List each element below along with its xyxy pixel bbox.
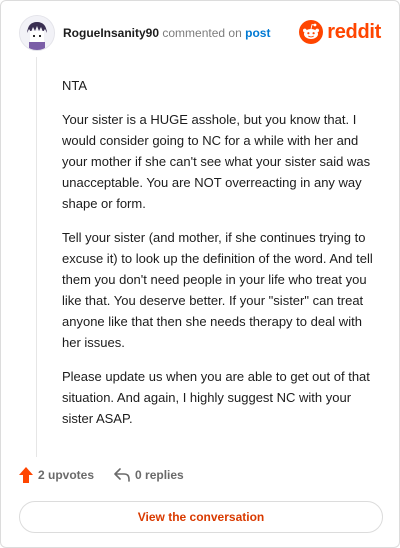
reply-button[interactable]: 0 replies	[114, 468, 184, 482]
reddit-logo[interactable]: reddit	[299, 19, 381, 45]
username-link[interactable]: RogueInsanity90	[63, 26, 159, 40]
post-link[interactable]: post	[245, 26, 270, 40]
reply-arrow-icon	[114, 468, 130, 482]
view-conversation-button[interactable]: View the conversation	[19, 501, 383, 533]
reddit-wordmark: reddit	[327, 20, 381, 43]
comment-header: RogueInsanity90 commented on post reddit	[19, 15, 381, 51]
comment-paragraph: Please update us when you are able to ge…	[62, 369, 370, 426]
comment-body: NTA Your sister is a HUGE asshole, but y…	[62, 75, 378, 442]
comment-paragraph: NTA	[62, 78, 88, 93]
comment-actions: 2 upvotes 0 replies	[19, 465, 204, 485]
upvote-arrow-icon	[19, 467, 33, 483]
upvote-button[interactable]: 2 upvotes	[19, 467, 94, 483]
comment-paragraph: Your sister is a HUGE asshole, but you k…	[62, 112, 371, 211]
reddit-alien-icon	[299, 20, 324, 44]
thread-line	[36, 57, 37, 457]
action-text: commented on	[162, 26, 242, 40]
comment-meta: RogueInsanity90 commented on post	[63, 26, 270, 40]
comment-card: RogueInsanity90 commented on post reddit…	[0, 0, 400, 548]
comment-paragraph: Tell your sister (and mother, if she con…	[62, 230, 373, 350]
user-avatar[interactable]	[19, 15, 55, 51]
upvote-count: 2 upvotes	[38, 468, 95, 482]
reply-count: 0 replies	[135, 468, 184, 482]
